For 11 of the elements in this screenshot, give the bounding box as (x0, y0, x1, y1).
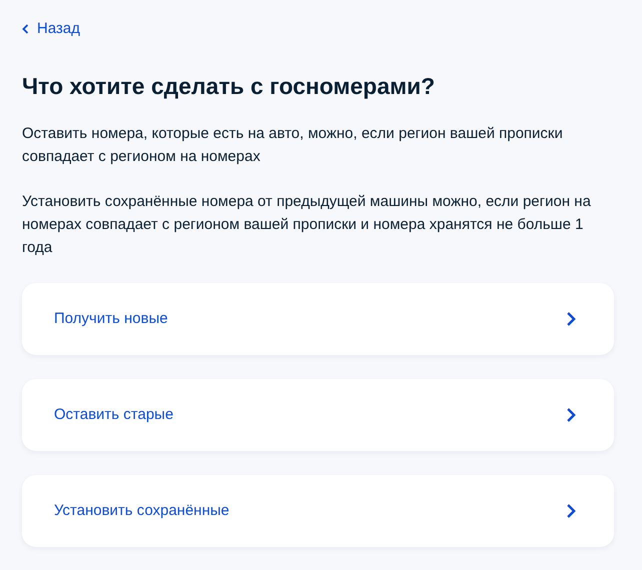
chevron-right-icon (566, 406, 576, 423)
chevron-left-icon (22, 24, 29, 34)
back-link[interactable]: Назад (22, 18, 80, 40)
option-card[interactable]: Получить новые (22, 282, 614, 355)
info-paragraph: Установить сохранённые номера от предыдущей машины можно, если регион на номерах совпадает с регионом вашей прописки и номера хранятся не больше 1 года (22, 192, 592, 258)
option-card[interactable]: Оставить старые (22, 378, 614, 451)
chevron-right-icon (566, 310, 576, 327)
page-title: Что хотите сделать с госномерами? (22, 72, 436, 102)
info-paragraph: Оставить номера, которые есть на авто, можно, если регион вашей прописки совпадает с регионом на номерах (22, 124, 564, 167)
option-card[interactable]: Установить сохранённые (22, 474, 614, 547)
chevron-right-icon (566, 502, 576, 519)
